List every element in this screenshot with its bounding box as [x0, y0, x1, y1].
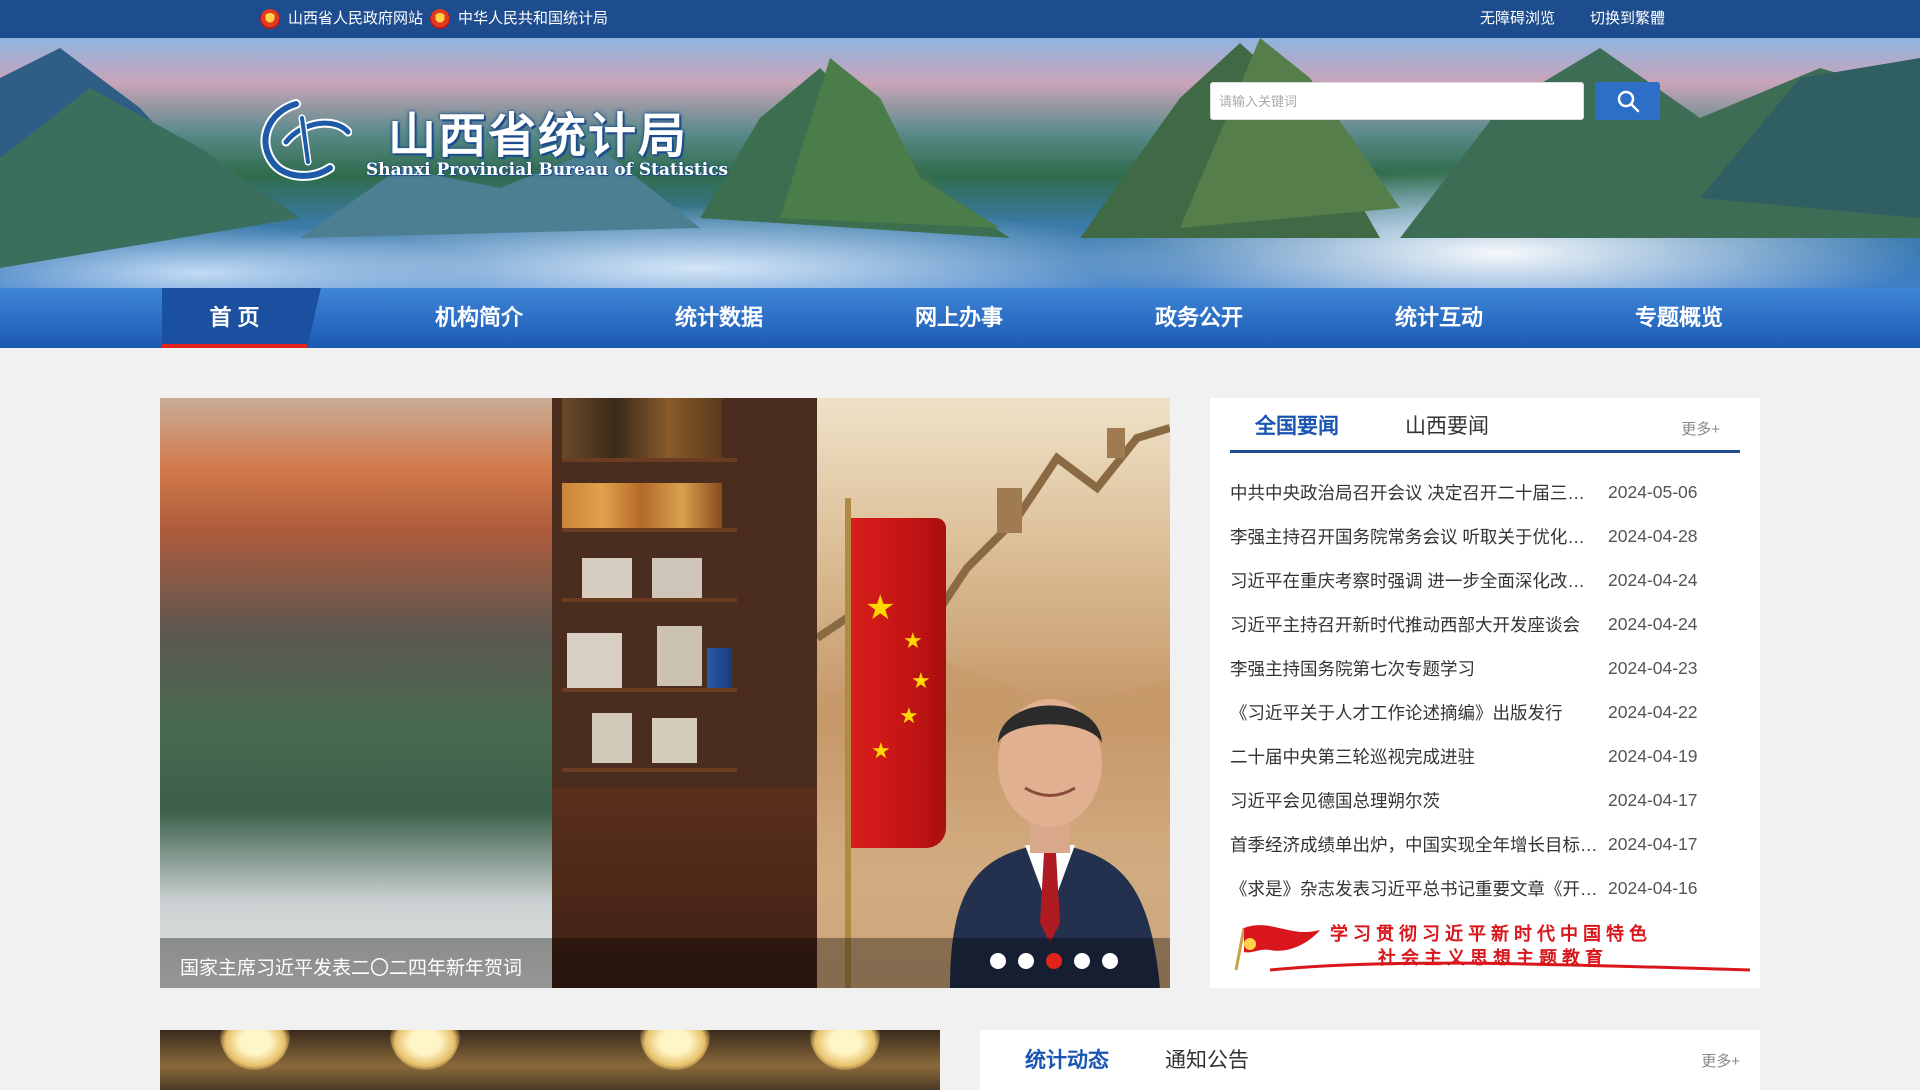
news-title: 《习近平关于人才工作论述摘编》出版发行: [1230, 702, 1563, 723]
bureau-logo-icon: [260, 99, 352, 181]
tab-shanxi-news[interactable]: 山西要闻: [1405, 410, 1489, 440]
news-list: 中共中央政治局召开会议 决定召开二十届三中全会 2024-05-06 李强主持召开…: [1230, 470, 1740, 910]
news-tabs: 全国要闻 山西要闻 更多+: [1230, 398, 1740, 453]
news-title: 《求是》杂志发表习近平总书记重要文章《开创我国: [1230, 878, 1602, 899]
carousel-dot-2[interactable]: [1018, 953, 1034, 969]
national-emblem-icon: [260, 9, 280, 29]
news-date: 2024-04-17: [1608, 789, 1698, 810]
news-item[interactable]: 二十届中央第三轮巡视完成进驻 2024-04-19: [1230, 734, 1740, 778]
top-bar: 山西省人民政府网站 中华人民共和国统计局 无障碍浏览 切换到繁體: [0, 0, 1920, 38]
news-item[interactable]: 李强主持国务院第七次专题学习 2024-04-23: [1230, 646, 1740, 690]
news-panel: 全国要闻 山西要闻 更多+ 中共中央政治局召开会议 决定召开二十届三中全会 202…: [1210, 398, 1760, 988]
bookshelf-image: [552, 398, 817, 988]
theme-text-line1: 学习贯彻习近平新时代中国特色: [1330, 924, 1652, 944]
news-date: 2024-04-23: [1608, 657, 1698, 678]
tab-statistics-updates[interactable]: 统计动态: [1025, 1044, 1109, 1074]
slide-image-left: [160, 398, 552, 988]
slide-caption[interactable]: 国家主席习近平发表二〇二四年新年贺词: [180, 953, 522, 980]
site-title: 山西省统计局: [388, 110, 689, 163]
news-title: 李强主持召开国务院常务会议 听取关于优化营商环境: [1230, 526, 1602, 547]
main-nav: 首 页 机构简介 统计数据 网上办事 政务公开 统计互动 专题概览: [0, 288, 1920, 348]
stats-panel: 统计动态 通知公告 更多+: [980, 1030, 1760, 1090]
national-emblem-icon: [430, 9, 450, 29]
nav-online-services[interactable]: 网上办事: [889, 288, 1029, 348]
header-banner: 山西省统计局 Shanxi Provincial Bureau of Stati…: [0, 38, 1920, 288]
carousel-dots: [990, 953, 1118, 969]
news-title: 习近平在重庆考察时强调 进一步全面深化改革开放: [1230, 570, 1602, 591]
portrait-image: [950, 699, 1160, 988]
news-title: 二十届中央第三轮巡视完成进驻: [1230, 746, 1475, 767]
nav-government-affairs[interactable]: 政务公开: [1129, 288, 1269, 348]
news-date: 2024-04-24: [1608, 569, 1698, 590]
news-item[interactable]: 李强主持召开国务院常务会议 听取关于优化营商环境 2024-04-28: [1230, 514, 1740, 558]
news-carousel[interactable]: ★ ★ ★ ★ ★ 国家主席习近平发表二〇二四年新年贺词: [160, 398, 1170, 988]
news-title: 习近平主持召开新时代推动西部大开发座谈会: [1230, 614, 1580, 635]
search-input[interactable]: [1210, 82, 1584, 120]
search-button[interactable]: [1595, 82, 1660, 120]
theme-text-line2: 社会主义思想主题教育: [1378, 948, 1608, 968]
more-link[interactable]: 更多+: [1701, 1050, 1740, 1071]
news-item[interactable]: 首季经济成绩单出炉，中国实现全年增长目标有底气 2024-04-17: [1230, 822, 1740, 866]
nav-statistics-data[interactable]: 统计数据: [649, 288, 789, 348]
news-date: 2024-04-24: [1608, 613, 1698, 634]
news-item[interactable]: 《求是》杂志发表习近平总书记重要文章《开创我国 2024-04-16: [1230, 866, 1740, 910]
meeting-photo[interactable]: [160, 1030, 940, 1090]
news-item[interactable]: 《习近平关于人才工作论述摘编》出版发行 2024-04-22: [1230, 690, 1740, 734]
site-subtitle: Shanxi Provincial Bureau of Statistics: [366, 160, 729, 180]
news-date: 2024-04-28: [1608, 525, 1698, 546]
gov-link-label: 中华人民共和国统计局: [458, 10, 609, 27]
nav-home[interactable]: 首 页: [162, 288, 321, 348]
news-date: 2024-04-17: [1608, 833, 1698, 854]
accessibility-link[interactable]: 无障碍浏览: [1480, 0, 1555, 38]
news-title: 首季经济成绩单出炉，中国实现全年增长目标有底气: [1230, 834, 1602, 855]
news-date: 2024-05-06: [1608, 481, 1698, 502]
news-item[interactable]: 中共中央政治局召开会议 决定召开二十届三中全会 2024-05-06: [1230, 470, 1740, 514]
news-title: 习近平会见德国总理朔尔茨: [1230, 790, 1440, 811]
more-link[interactable]: 更多+: [1681, 418, 1720, 439]
news-item[interactable]: 习近平会见德国总理朔尔茨 2024-04-17: [1230, 778, 1740, 822]
theme-education-banner[interactable]: 学习贯彻习近平新时代中国特色 社会主义思想主题教育: [1230, 918, 1750, 974]
nav-topics[interactable]: 专题概览: [1609, 288, 1749, 348]
gov-link-nbs[interactable]: 中华人民共和国统计局: [430, 0, 608, 38]
tab-national-news[interactable]: 全国要闻: [1255, 410, 1339, 440]
news-item[interactable]: 习近平主持召开新时代推动西部大开发座谈会 2024-04-24: [1230, 602, 1740, 646]
traditional-chinese-link[interactable]: 切换到繁體: [1590, 0, 1665, 38]
nav-interaction[interactable]: 统计互动: [1369, 288, 1509, 348]
carousel-dot-5[interactable]: [1102, 953, 1118, 969]
carousel-dot-4[interactable]: [1074, 953, 1090, 969]
news-date: 2024-04-19: [1608, 745, 1698, 766]
carousel-dot-3[interactable]: [1046, 953, 1062, 969]
news-title: 中共中央政治局召开会议 决定召开二十届三中全会: [1230, 482, 1602, 503]
carousel-dot-1[interactable]: [990, 953, 1006, 969]
news-title: 李强主持国务院第七次专题学习: [1230, 658, 1475, 679]
news-item[interactable]: 习近平在重庆考察时强调 进一步全面深化改革开放 2024-04-24: [1230, 558, 1740, 602]
gov-link-label: 山西省人民政府网站: [288, 10, 424, 27]
news-date: 2024-04-16: [1608, 877, 1698, 898]
search-icon: [1617, 90, 1639, 113]
nav-about[interactable]: 机构简介: [409, 288, 549, 348]
gov-link-shanxi[interactable]: 山西省人民政府网站: [260, 0, 423, 38]
tab-notices[interactable]: 通知公告: [1165, 1044, 1249, 1074]
news-date: 2024-04-22: [1608, 701, 1698, 722]
